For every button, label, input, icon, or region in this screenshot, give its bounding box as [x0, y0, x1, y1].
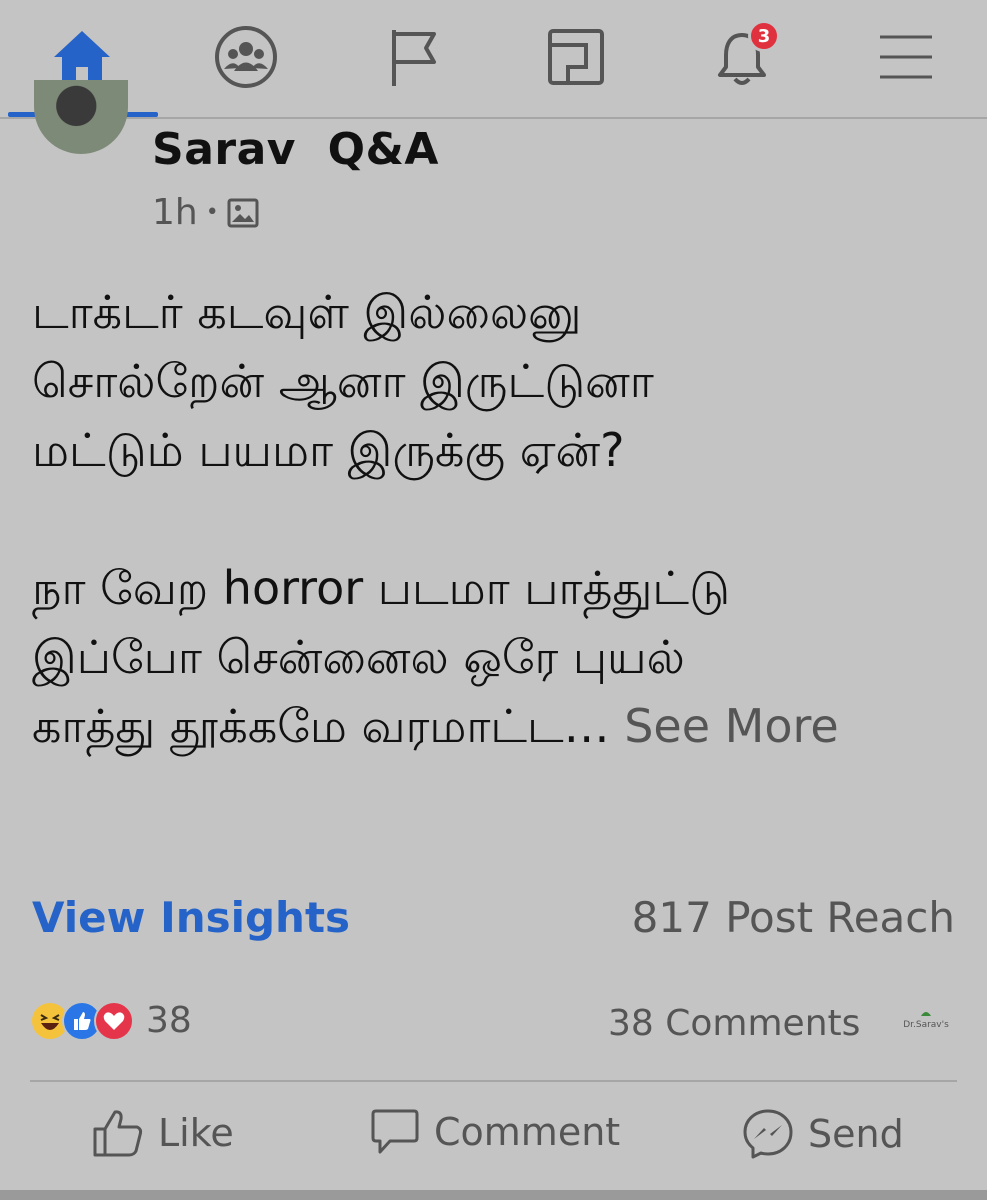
reaction-count: 38	[146, 1000, 192, 1041]
nav-notifications[interactable]: 3	[702, 20, 782, 92]
nav-marketplace[interactable]	[536, 22, 616, 92]
post-line: மட்டும் பயமா இருக்கு ஏன்?	[32, 423, 625, 477]
photo-icon	[227, 198, 259, 227]
like-button[interactable]: Like	[92, 1108, 234, 1158]
love-icon	[94, 1000, 134, 1041]
post-reach: 817 Post Reach	[631, 893, 955, 942]
groups-icon	[215, 26, 277, 88]
post-line: டாக்டர் கடவுள் இல்லைனு	[32, 285, 582, 339]
post-meta: 1h •	[152, 192, 259, 233]
top-navigation-bar: 3	[0, 0, 987, 119]
nav-pages[interactable]	[372, 22, 452, 92]
actions-divider	[30, 1080, 957, 1082]
post-line-text: காத்து தூக்கமே வரமாட்ட…	[32, 699, 610, 753]
send-label: Send	[808, 1112, 904, 1156]
post-line: இப்போ சென்னைல ஒரே புயல்	[32, 630, 685, 684]
marketplace-icon	[548, 29, 604, 85]
nav-menu[interactable]	[866, 22, 946, 92]
flag-icon	[392, 30, 436, 86]
comments-count[interactable]: 38 Comments	[608, 1003, 860, 1044]
thumbs-up-icon	[93, 1110, 143, 1157]
post-author[interactable]: Sarav Q&A	[152, 124, 439, 175]
bottom-edge	[0, 1190, 987, 1200]
send-button[interactable]: Send	[742, 1108, 904, 1160]
notification-badge: 3	[748, 20, 780, 52]
nav-divider	[0, 117, 987, 119]
page-logo: Dr.Sarav's	[900, 1008, 952, 1038]
see-more-link[interactable]: See More	[624, 699, 838, 753]
reactions-summary[interactable]: 38	[30, 1000, 192, 1041]
nav-groups[interactable]	[206, 22, 286, 92]
post-line-last: காத்து தூக்கமே வரமாட்ட… See More	[32, 692, 942, 761]
view-insights-link[interactable]: View Insights	[32, 893, 350, 942]
like-label: Like	[158, 1111, 234, 1155]
logo-mark-icon	[921, 1012, 931, 1016]
home-icon	[54, 31, 110, 83]
meta-separator: •	[205, 200, 219, 225]
comment-button[interactable]: Comment	[370, 1108, 620, 1156]
comment-icon	[371, 1109, 419, 1154]
post-line: நா வேற horror படமா பாத்துட்டு	[32, 561, 731, 615]
menu-icon	[880, 35, 932, 79]
logo-text: Dr.Sarav's	[903, 1020, 949, 1030]
post-time[interactable]: 1h	[152, 192, 198, 233]
post-body: டாக்டர் கடவுள் இல்லைனு சொல்றேன் ஆனா இருட…	[32, 278, 942, 761]
post-line: சொல்றேன் ஆனா இருட்டுனா	[32, 354, 654, 408]
messenger-icon	[743, 1109, 793, 1159]
comment-label: Comment	[434, 1110, 621, 1154]
author-avatar[interactable]	[34, 80, 128, 154]
